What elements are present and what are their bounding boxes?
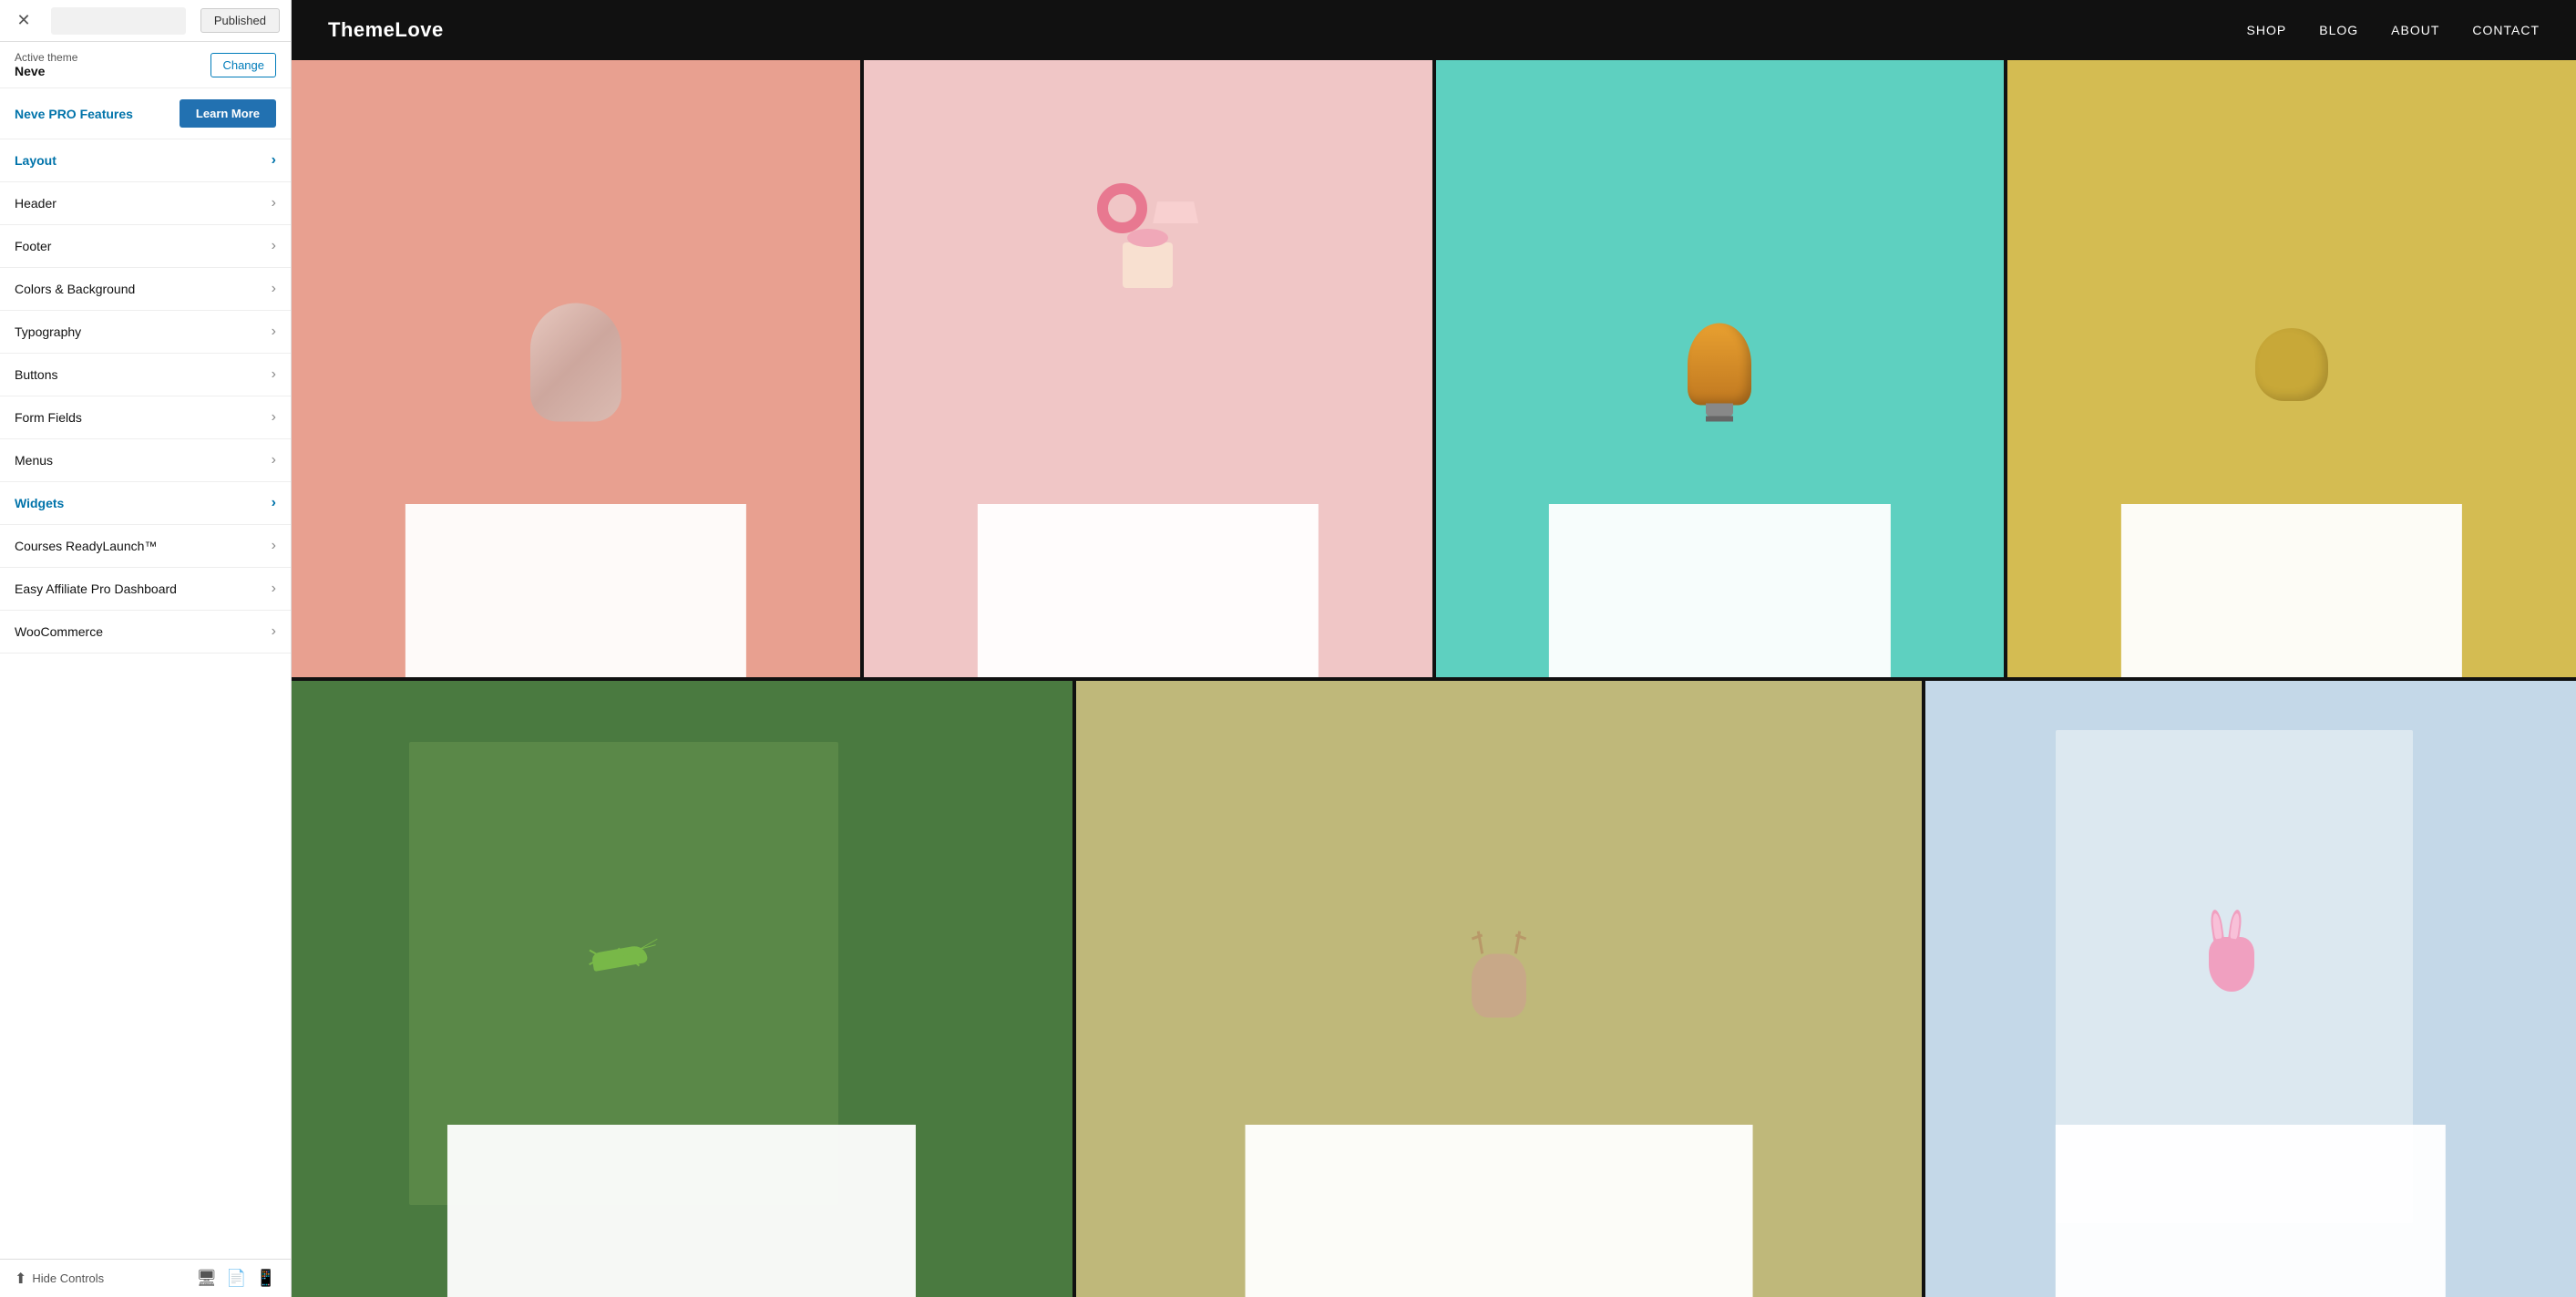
white-card-5 <box>447 1125 916 1297</box>
right-panel: ThemeLove SHOP BLOG ABOUT CONTACT <box>292 0 2576 1297</box>
white-card-6 <box>1245 1125 1752 1297</box>
nav-item-label: Buttons <box>15 367 57 382</box>
chevron-icon: › <box>272 324 276 340</box>
learn-more-button[interactable]: Learn More <box>180 99 276 128</box>
gallery-cell-5 <box>292 681 1072 1297</box>
hide-controls-label: Hide Controls <box>32 1271 104 1285</box>
nav-item-label: WooCommerce <box>15 624 103 639</box>
change-theme-button[interactable]: Change <box>210 53 276 77</box>
white-card-7 <box>2056 1125 2446 1297</box>
site-nav: SHOP BLOG ABOUT CONTACT <box>2247 23 2540 37</box>
gallery-cell-2 <box>864 60 1432 677</box>
tablet-view-button[interactable]: 📄 <box>226 1269 246 1288</box>
active-theme-name: Neve <box>15 64 77 78</box>
nav-item-footer[interactable]: Footer › <box>0 225 291 268</box>
nav-item-layout[interactable]: Layout › <box>0 139 291 182</box>
nav-item-widgets[interactable]: Widgets › <box>0 482 291 525</box>
gallery-cell-4 <box>2007 60 2576 677</box>
gallery-cell-6 <box>1076 681 1922 1297</box>
nav-item-label: Easy Affiliate Pro Dashboard <box>15 582 177 596</box>
chevron-icon: › <box>272 238 276 254</box>
nav-item-colors--background[interactable]: Colors & Background › <box>0 268 291 311</box>
nav-item-easy-affiliate-pro-dashboard[interactable]: Easy Affiliate Pro Dashboard › <box>0 568 291 611</box>
nav-item-label: Form Fields <box>15 410 82 425</box>
nav-item-typography[interactable]: Typography › <box>0 311 291 354</box>
nav-item-header[interactable]: Header › <box>0 182 291 225</box>
active-theme-bar: Active theme Neve Change <box>0 42 291 88</box>
gallery-cell-3 <box>1436 60 2005 677</box>
site-header: ThemeLove SHOP BLOG ABOUT CONTACT <box>292 0 2576 60</box>
site-nav-item-contact[interactable]: CONTACT <box>2472 23 2540 37</box>
nav-item-label: Widgets <box>15 496 64 510</box>
active-theme-label: Active theme <box>15 51 77 64</box>
site-nav-item-shop[interactable]: SHOP <box>2247 23 2287 37</box>
nav-item-label: Colors & Background <box>15 282 135 296</box>
nav-item-menus[interactable]: Menus › <box>0 439 291 482</box>
bottom-bar: ⬆ Hide Controls 🖥 📄 📱 <box>0 1259 291 1297</box>
nav-item-label: Header <box>15 196 56 211</box>
nav-item-label: Menus <box>15 453 53 468</box>
nav-item-label: Layout <box>15 153 56 168</box>
neve-pro-bar: Neve PRO Features Learn More <box>0 88 291 139</box>
chevron-icon: › <box>272 581 276 597</box>
mobile-icon: 📱 <box>256 1269 276 1288</box>
chevron-icon: › <box>272 366 276 383</box>
chevron-icon: › <box>272 281 276 297</box>
nav-item-courses-readylaunch[interactable]: Courses ReadyLaunch™ › <box>0 525 291 568</box>
tablet-icon: 📄 <box>226 1269 246 1288</box>
gallery-row-1 <box>292 60 2576 677</box>
hide-controls-button[interactable]: ⬆ Hide Controls <box>15 1270 104 1288</box>
gallery <box>292 60 2576 1297</box>
site-nav-item-blog[interactable]: BLOG <box>2319 23 2358 37</box>
gallery-cell-7 <box>1925 681 2576 1297</box>
white-card-4 <box>2121 504 2462 676</box>
nav-item-buttons[interactable]: Buttons › <box>0 354 291 396</box>
desktop-icon: 🖥 <box>196 1269 217 1288</box>
site-nav-item-about[interactable]: ABOUT <box>2391 23 2439 37</box>
hide-icon: ⬆ <box>15 1270 26 1288</box>
gallery-cell-1 <box>292 60 860 677</box>
chevron-icon: › <box>272 538 276 554</box>
nav-list: Layout›Header›Footer›Colors & Background… <box>0 139 291 1259</box>
chevron-icon: › <box>272 495 276 511</box>
mobile-view-button[interactable]: 📱 <box>256 1269 276 1288</box>
site-logo: ThemeLove <box>328 18 444 42</box>
published-button[interactable]: Published <box>200 8 280 33</box>
white-card-2 <box>978 504 1319 676</box>
chevron-icon: › <box>272 623 276 640</box>
close-button[interactable]: ✕ <box>11 8 36 34</box>
chevron-icon: › <box>272 152 276 169</box>
top-bar: ✕ Published <box>0 0 291 42</box>
nav-item-label: Footer <box>15 239 51 253</box>
chevron-icon: › <box>272 409 276 426</box>
nav-item-label: Courses ReadyLaunch™ <box>15 539 157 553</box>
nav-item-woocommerce[interactable]: WooCommerce › <box>0 611 291 654</box>
chevron-icon: › <box>272 195 276 211</box>
nav-item-form-fields[interactable]: Form Fields › <box>0 396 291 439</box>
gallery-row-2 <box>292 681 2576 1297</box>
chevron-icon: › <box>272 452 276 468</box>
white-card-3 <box>1549 504 1890 676</box>
desktop-view-button[interactable]: 🖥 <box>196 1269 217 1288</box>
nav-item-label: Typography <box>15 324 81 339</box>
left-panel: ✕ Published Active theme Neve Change Nev… <box>0 0 292 1297</box>
white-card-1 <box>405 504 746 676</box>
neve-pro-label: Neve PRO Features <box>15 107 133 121</box>
